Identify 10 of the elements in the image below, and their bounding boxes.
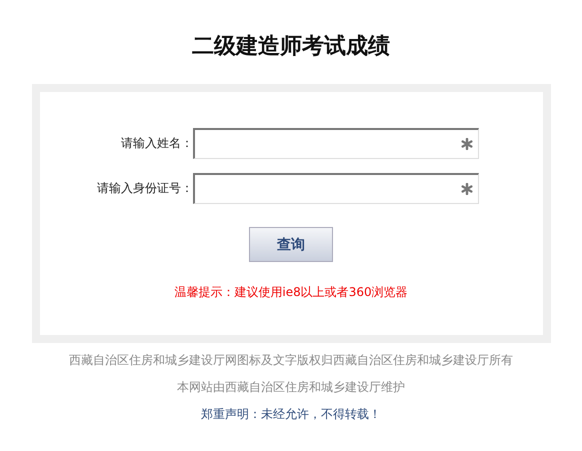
hint-text: 温馨提示：建议使用ie8以上或者360浏览器 xyxy=(174,284,408,301)
input-field[interactable] xyxy=(193,173,479,204)
page-title: 二级建造师考试成绩 xyxy=(192,33,390,61)
field-label: 请输入姓名： xyxy=(120,135,193,152)
footer-text: 西藏自治区住房和城乡建设厅网图标及文字版权归西藏自治区住房和城乡建设厅所有 xyxy=(69,352,513,369)
footer-text: 本网站由西藏自治区住房和城乡建设厅维护 xyxy=(177,379,405,396)
query-button[interactable]: 查询 xyxy=(249,227,333,262)
notice-text: 郑重声明：未经允许，不得转载！ xyxy=(201,406,381,423)
input-field[interactable] xyxy=(193,128,479,159)
field-label: 请输入身份证号： xyxy=(96,180,193,197)
